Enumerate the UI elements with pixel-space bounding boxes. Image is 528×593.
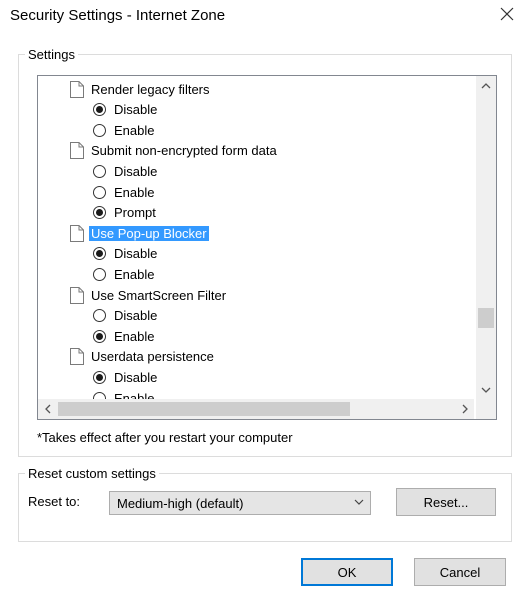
chevron-up-icon — [481, 82, 491, 88]
radio-unchecked-icon — [93, 123, 106, 137]
setting-option-radio[interactable]: Enable — [93, 326, 154, 346]
setting-option-label: Disable — [114, 163, 158, 179]
setting-option-label: Disable — [114, 102, 158, 118]
restart-note: *Takes effect after you restart your com… — [37, 430, 293, 445]
radio-unchecked-icon — [93, 267, 106, 281]
setting-option-radio[interactable]: Disable — [93, 100, 157, 120]
setting-option-radio[interactable]: Enable — [93, 388, 154, 399]
setting-category[interactable]: Submit non-encrypted form data — [70, 141, 277, 161]
setting-category-label: Submit non-encrypted form data — [91, 143, 277, 159]
setting-option-label: Enable — [114, 184, 155, 200]
setting-option-radio[interactable]: Enable — [93, 264, 154, 284]
close-button[interactable] — [492, 0, 522, 28]
setting-option-label: Enable — [114, 266, 155, 282]
vertical-scrollbar[interactable] — [476, 76, 496, 399]
setting-option-label: Enable — [114, 328, 155, 344]
setting-option-label: Disable — [114, 246, 158, 262]
document-icon — [70, 286, 84, 304]
setting-category[interactable]: Userdata persistence — [70, 347, 214, 367]
radio-unchecked-icon — [93, 185, 106, 199]
setting-category-label: Userdata persistence — [91, 349, 214, 365]
cancel-button[interactable]: Cancel — [414, 558, 506, 586]
radio-unchecked-icon — [93, 309, 106, 323]
setting-option-label: Disable — [114, 308, 158, 324]
horizontal-scroll-thumb[interactable] — [58, 402, 350, 416]
setting-option-radio[interactable]: Disable — [93, 161, 157, 181]
setting-option-label: Enable — [114, 390, 155, 400]
scroll-up-button[interactable] — [476, 76, 496, 94]
setting-option-radio[interactable]: Prompt — [93, 203, 156, 223]
setting-category[interactable]: Render legacy filters — [70, 79, 210, 99]
scroll-left-button[interactable] — [38, 399, 56, 419]
settings-tree[interactable]: Render legacy filters Disable Enable Submit… — [37, 75, 497, 420]
document-icon — [70, 80, 84, 98]
setting-option-label: Disable — [114, 369, 158, 385]
chevron-down-icon — [354, 499, 364, 505]
document-icon — [70, 348, 84, 366]
radio-checked-icon — [93, 247, 106, 261]
settings-tree-content: Render legacy filters Disable Enable Submit… — [38, 76, 474, 399]
scroll-right-button[interactable] — [456, 399, 474, 419]
radio-checked-icon — [93, 206, 106, 220]
setting-option-radio[interactable]: Enable — [93, 182, 154, 202]
settings-group-label: Settings — [25, 47, 78, 62]
chevron-left-icon — [44, 404, 50, 414]
reset-group-label: Reset custom settings — [25, 466, 159, 481]
radio-checked-icon — [93, 370, 106, 384]
vertical-scroll-thumb[interactable] — [478, 308, 494, 328]
setting-category[interactable]: Use Pop-up Blocker — [70, 223, 209, 243]
reset-to-label: Reset to: — [28, 494, 81, 509]
radio-checked-icon — [93, 329, 106, 343]
setting-option-radio[interactable]: Disable — [93, 367, 157, 387]
window-title: Security Settings - Internet Zone — [10, 7, 226, 24]
chevron-right-icon — [462, 404, 468, 414]
reset-level-value: Medium-high (default) — [117, 495, 244, 511]
horizontal-scrollbar[interactable] — [38, 399, 474, 419]
document-icon — [70, 224, 84, 242]
close-icon — [500, 7, 514, 21]
setting-option-radio[interactable]: Enable — [93, 120, 154, 140]
setting-category-label: Use Pop-up Blocker — [89, 225, 209, 241]
scroll-down-button[interactable] — [476, 381, 496, 399]
setting-category-label: Use SmartScreen Filter — [91, 287, 227, 303]
document-icon — [70, 142, 84, 160]
ok-button[interactable]: OK — [301, 558, 393, 586]
setting-option-label: Prompt — [114, 205, 156, 221]
radio-unchecked-icon — [93, 164, 106, 178]
reset-level-select[interactable]: Medium-high (default) — [109, 491, 371, 515]
radio-checked-icon — [93, 103, 106, 117]
scrollbar-corner — [476, 399, 496, 419]
reset-button[interactable]: Reset... — [396, 488, 496, 516]
security-settings-dialog: Security Settings - Internet Zone Settin… — [0, 0, 528, 593]
chevron-down-icon — [481, 387, 491, 393]
setting-option-radio[interactable]: Disable — [93, 306, 157, 326]
setting-category-label: Render legacy filters — [91, 81, 210, 97]
radio-unchecked-icon — [93, 391, 106, 399]
setting-option-label: Enable — [114, 122, 155, 138]
setting-option-radio[interactable]: Disable — [93, 244, 157, 264]
setting-category[interactable]: Use SmartScreen Filter — [70, 285, 226, 305]
